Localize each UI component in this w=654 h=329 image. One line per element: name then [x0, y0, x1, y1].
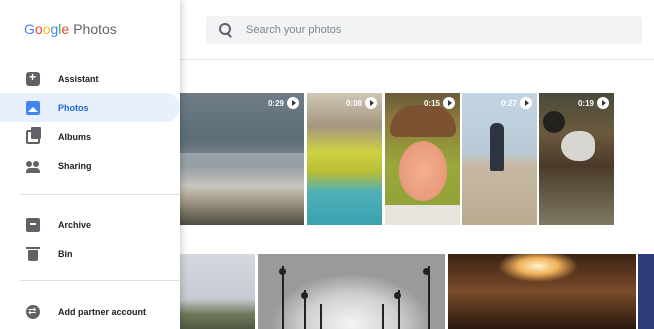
search-input[interactable]: [246, 24, 546, 36]
google-wordmark: Google: [24, 21, 70, 37]
product-name: Photos: [73, 21, 117, 37]
nav-label: Assistant: [58, 73, 99, 84]
photo-goats-video[interactable]: 0:19: [539, 93, 614, 225]
wave-overlay: [180, 153, 304, 183]
video-duration: 0:15: [424, 97, 455, 109]
nav-label: Albums: [58, 131, 92, 142]
play-icon: [287, 97, 299, 109]
photo-landscape[interactable]: [180, 254, 255, 329]
nav-label: Archive: [58, 219, 92, 230]
bin-icon: [26, 246, 40, 261]
search-icon[interactable]: [218, 22, 234, 38]
lamp-head: [301, 292, 308, 299]
goat-figure: [543, 111, 565, 133]
navigation-drawer: Google Photos Assistant Photos Albums Sh…: [0, 0, 180, 329]
divider: [20, 194, 180, 195]
duration-label: 0:27: [500, 98, 517, 108]
lamppost: [428, 266, 430, 329]
lamp-head: [394, 292, 401, 299]
shirt-shape: [385, 205, 460, 225]
photo-partial[interactable]: [638, 254, 654, 329]
photo-boy-selfie-video[interactable]: 0:15: [385, 93, 460, 225]
goat-figure: [561, 131, 595, 161]
duration-label: 0:19: [577, 98, 594, 108]
nav-item-photos[interactable]: Photos: [0, 93, 180, 122]
hair-shape: [390, 105, 456, 137]
video-duration: 0:27: [501, 97, 532, 109]
play-icon: [365, 97, 377, 109]
google-photos-logo[interactable]: Google Photos: [24, 21, 117, 37]
albums-icon: [26, 126, 41, 144]
photo-trampoline-video[interactable]: 0:08: [307, 93, 382, 225]
photo-concert[interactable]: [448, 254, 636, 329]
video-duration: 0:08: [346, 97, 377, 109]
duration-label: 0:15: [423, 98, 440, 108]
video-duration: 0:19: [578, 97, 609, 109]
play-icon: [597, 97, 609, 109]
photos-icon: [26, 100, 40, 115]
divider: [20, 280, 180, 281]
lamppost: [282, 266, 284, 329]
duration-label: 0:08: [345, 98, 362, 108]
nav-item-add-partner[interactable]: Add partner account: [0, 297, 180, 326]
nav-item-bin[interactable]: Bin: [0, 239, 180, 268]
sharing-icon: [26, 159, 40, 173]
lamp-head: [423, 268, 430, 275]
search-bar[interactable]: [206, 16, 642, 44]
nav-label: Add partner account: [58, 306, 147, 317]
assistant-icon: [26, 70, 40, 86]
nav-item-sharing[interactable]: Sharing: [0, 151, 180, 180]
photo-child-beach-video[interactable]: 0:27: [462, 93, 537, 225]
lamppost: [320, 304, 322, 329]
play-icon: [443, 97, 455, 109]
play-icon: [520, 97, 532, 109]
child-figure: [490, 123, 504, 171]
archive-icon: [26, 217, 40, 232]
lamp-head: [279, 268, 286, 275]
nav-label: Photos: [58, 102, 89, 113]
photo-lampposts[interactable]: [258, 254, 445, 329]
video-duration: 0:29: [268, 97, 299, 109]
nav-item-archive[interactable]: Archive: [0, 210, 180, 239]
nav-label: Bin: [58, 248, 73, 259]
duration-label: 0:29: [267, 98, 284, 108]
nav-item-assistant[interactable]: Assistant: [0, 64, 180, 93]
photo-beach-video[interactable]: 0:29: [180, 93, 304, 225]
nav-label: Sharing: [58, 160, 92, 171]
nav-item-albums[interactable]: Albums: [0, 122, 180, 151]
partner-icon: [26, 304, 40, 319]
lamppost: [382, 304, 384, 329]
